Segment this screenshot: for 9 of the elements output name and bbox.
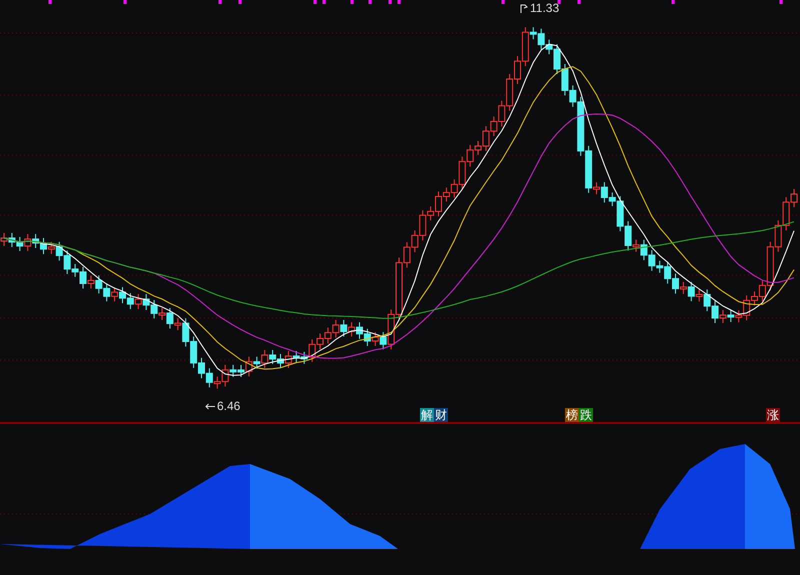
event-tag: 财 — [434, 408, 448, 422]
event-tag: 涨 — [766, 408, 780, 422]
flag-icon — [520, 4, 528, 12]
arrow-icon — [205, 402, 215, 410]
event-tag: 跌 — [579, 408, 593, 422]
low-price-label: 6.46 — [217, 400, 240, 412]
high-price-label: 11.33 — [530, 2, 560, 14]
event-tag: 榜 — [565, 408, 579, 422]
event-tag: 解 — [420, 408, 434, 422]
